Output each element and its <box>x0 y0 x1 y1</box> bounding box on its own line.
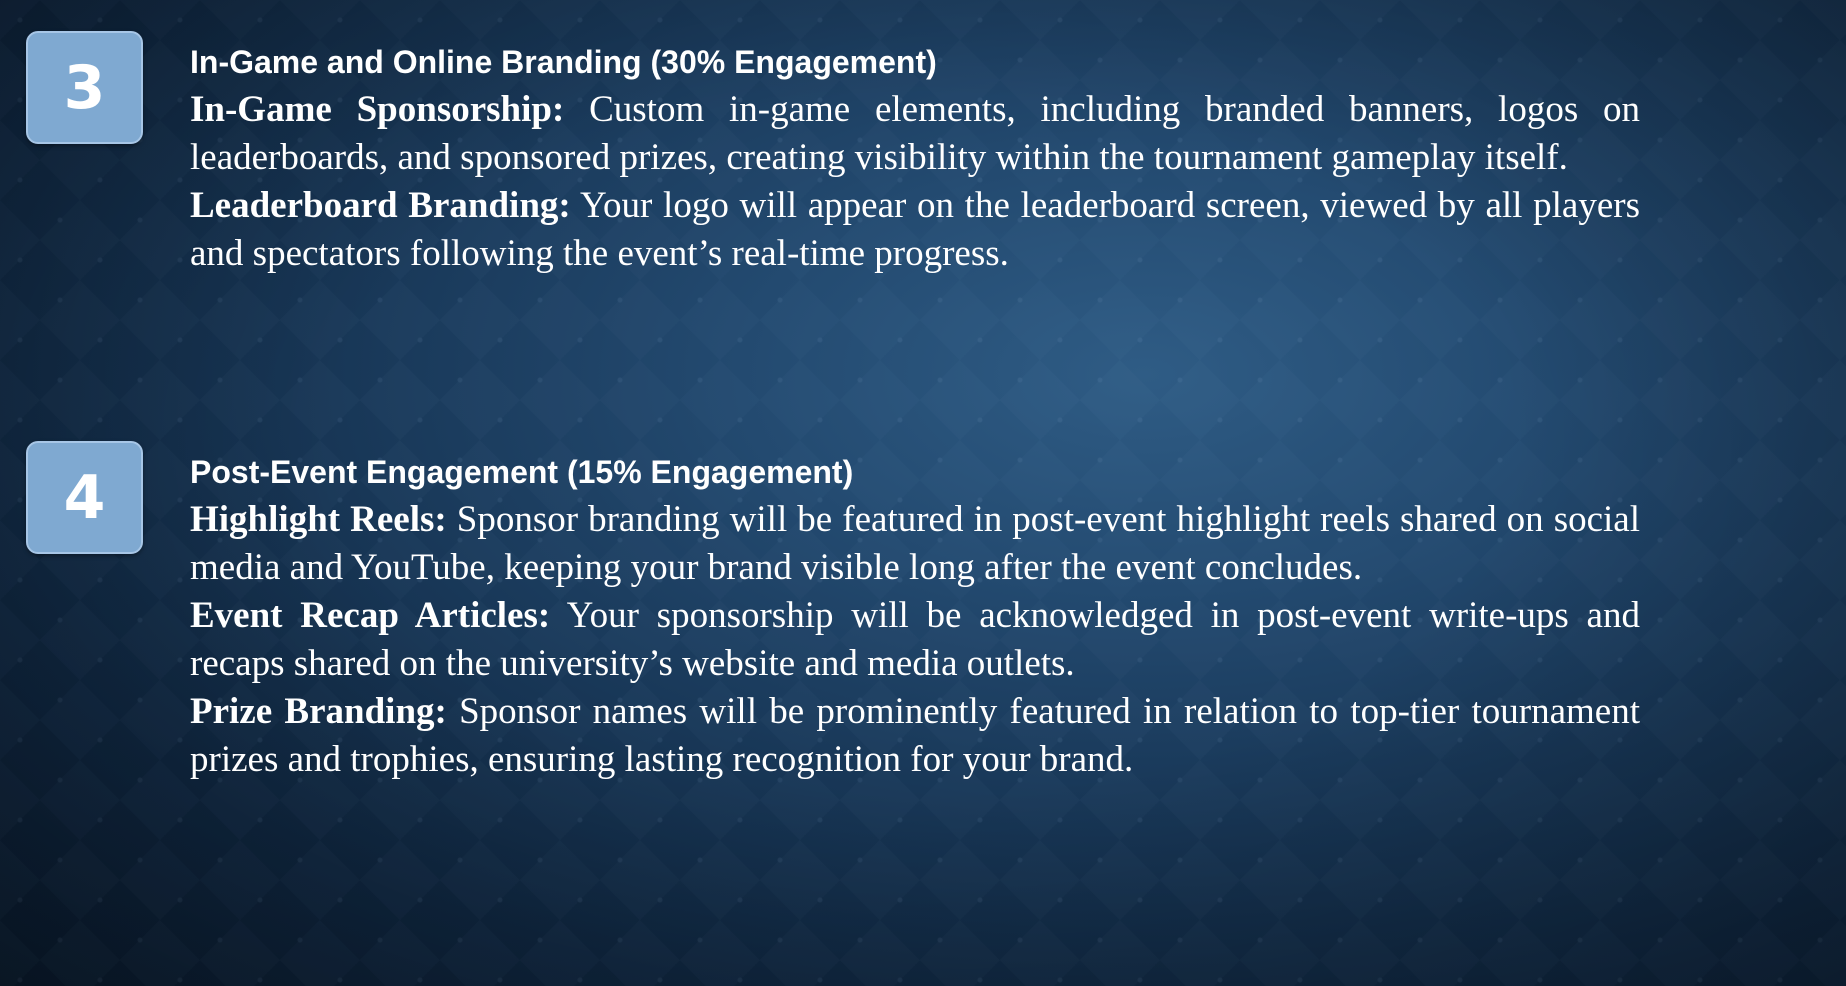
paragraph-term: Event Recap Articles: <box>190 595 551 636</box>
section-number: 4 <box>63 462 106 533</box>
section-heading: Post-Event Engagement (15% Engagement) <box>190 454 854 490</box>
paragraph-term: Prize Branding: <box>190 691 447 732</box>
paragraph-event-recap-articles: Event Recap Articles: Your sponsorship w… <box>190 592 1640 688</box>
section-heading: In-Game and Online Branding (30% Engagem… <box>190 44 937 80</box>
paragraph-term: Leaderboard Branding: <box>190 185 571 226</box>
paragraph-leaderboard-branding: Leaderboard Branding: Your logo will app… <box>190 182 1640 278</box>
section-number-badge: 4 <box>26 441 143 554</box>
section-post-event-engagement: Post-Event Engagement (15% Engagement) H… <box>190 448 1640 784</box>
paragraph-term: Highlight Reels: <box>190 499 447 540</box>
section-in-game-branding: In-Game and Online Branding (30% Engagem… <box>190 38 1640 278</box>
paragraph-term: In-Game Sponsorship: <box>190 89 565 130</box>
section-number: 3 <box>63 52 106 123</box>
section-number-badge: 3 <box>26 31 143 144</box>
paragraph-prize-branding: Prize Branding: Sponsor names will be pr… <box>190 688 1640 784</box>
paragraph-in-game-sponsorship: In-Game Sponsorship: Custom in-game elem… <box>190 86 1640 182</box>
paragraph-highlight-reels: Highlight Reels: Sponsor branding will b… <box>190 496 1640 592</box>
